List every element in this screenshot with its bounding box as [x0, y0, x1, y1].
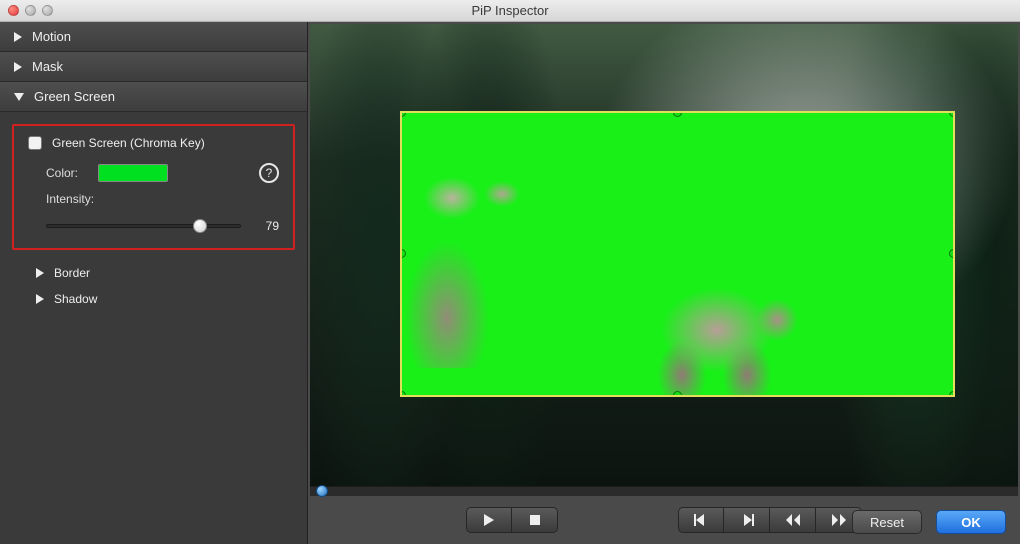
step-back-button[interactable]: [678, 507, 724, 533]
pip-overlay[interactable]: [400, 111, 955, 397]
resize-handle[interactable]: [400, 391, 406, 397]
step-back-icon: [694, 514, 708, 526]
dialog-footer: Reset OK: [852, 510, 1006, 534]
zoom-window-icon[interactable]: [42, 5, 53, 16]
chroma-key-label: Green Screen (Chroma Key): [52, 136, 205, 150]
pip-content: [400, 168, 542, 368]
color-label: Color:: [28, 166, 98, 180]
section-label: Motion: [32, 29, 71, 44]
timeline[interactable]: [310, 486, 1018, 496]
section-label: Green Screen: [34, 89, 115, 104]
close-window-icon[interactable]: [8, 5, 19, 16]
resize-handle[interactable]: [400, 111, 406, 117]
slider-track: [46, 224, 241, 228]
go-start-button[interactable]: [770, 507, 816, 533]
color-row: Color: ?: [28, 160, 279, 186]
chroma-key-checkbox[interactable]: [28, 136, 42, 150]
intensity-row: Intensity:: [28, 186, 279, 212]
preview-canvas[interactable]: [310, 24, 1018, 486]
chevron-right-icon: [36, 294, 44, 304]
resize-handle[interactable]: [673, 111, 682, 117]
ok-button[interactable]: OK: [936, 510, 1006, 534]
inspector-sidebar: Motion Mask Green Screen Green Screen (C…: [0, 22, 308, 544]
intensity-slider[interactable]: [46, 218, 241, 234]
reset-button[interactable]: Reset: [852, 510, 922, 534]
ok-label: OK: [961, 515, 981, 530]
section-motion[interactable]: Motion: [0, 22, 307, 52]
play-icon: [484, 514, 494, 526]
stop-button[interactable]: [512, 507, 558, 533]
resize-handle[interactable]: [949, 111, 955, 117]
stop-icon: [530, 515, 540, 525]
preview-area: Reset OK: [308, 22, 1020, 544]
window-titlebar: PiP Inspector: [0, 0, 1020, 22]
window-title: PiP Inspector: [0, 3, 1020, 18]
chevron-right-icon: [14, 32, 22, 42]
reset-label: Reset: [870, 515, 904, 530]
resize-handle[interactable]: [949, 391, 955, 397]
color-swatch[interactable]: [98, 164, 168, 182]
go-end-icon: [831, 514, 847, 526]
chevron-right-icon: [36, 268, 44, 278]
intensity-value: 79: [251, 219, 279, 233]
pip-content: [627, 275, 807, 397]
intensity-label: Intensity:: [28, 192, 98, 206]
section-mask[interactable]: Mask: [0, 52, 307, 82]
highlight-box: Green Screen (Chroma Key) Color: ? Inten…: [12, 124, 295, 250]
subsection-label: Border: [54, 266, 90, 280]
step-forward-button[interactable]: [724, 507, 770, 533]
traffic-lights: [8, 5, 53, 16]
app-body: Motion Mask Green Screen Green Screen (C…: [0, 22, 1020, 544]
help-icon[interactable]: ?: [259, 163, 279, 183]
chroma-key-row: Green Screen (Chroma Key): [28, 136, 279, 150]
go-start-icon: [785, 514, 801, 526]
section-label: Mask: [32, 59, 63, 74]
intensity-slider-row: 79: [28, 218, 279, 234]
play-button[interactable]: [466, 507, 512, 533]
step-forward-icon: [740, 514, 754, 526]
subsection-label: Shadow: [54, 292, 97, 306]
subsection-shadow[interactable]: Shadow: [12, 286, 295, 312]
green-screen-panel: Green Screen (Chroma Key) Color: ? Inten…: [0, 112, 307, 330]
playhead[interactable]: [316, 485, 328, 497]
chevron-right-icon: [14, 62, 22, 72]
minimize-window-icon[interactable]: [25, 5, 36, 16]
resize-handle[interactable]: [949, 249, 955, 258]
slider-thumb[interactable]: [193, 219, 207, 233]
section-green-screen[interactable]: Green Screen: [0, 82, 307, 112]
subsection-border[interactable]: Border: [12, 260, 295, 286]
resize-handle[interactable]: [673, 391, 682, 397]
chevron-down-icon: [14, 93, 24, 101]
